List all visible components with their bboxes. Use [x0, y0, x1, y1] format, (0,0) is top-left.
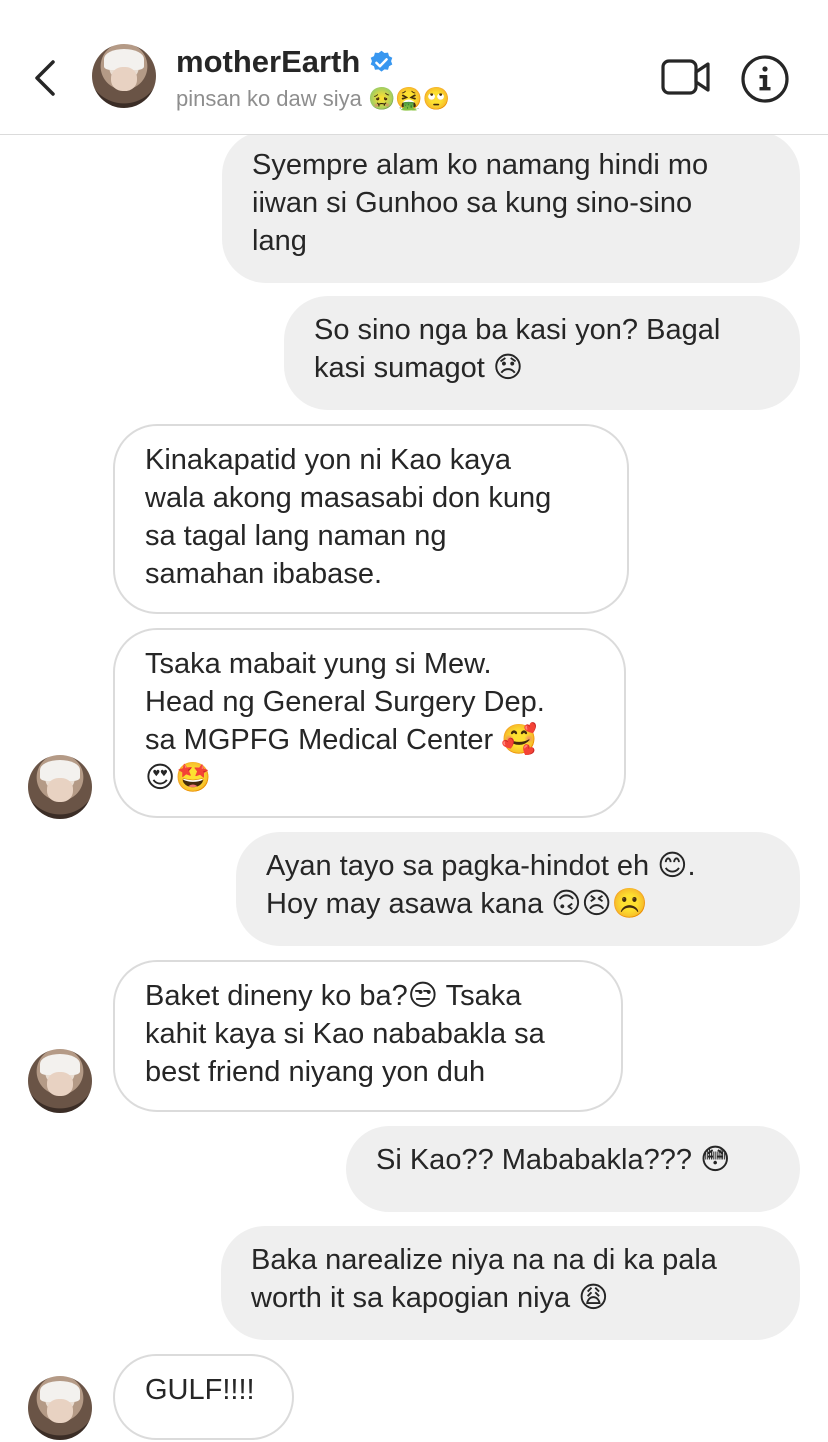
- message-bubble-received[interactable]: Kinakapatid yon ni Kao kaya wala akong m…: [113, 424, 629, 614]
- message-bubble-sent[interactable]: So sino nga ba kasi yon? Bagal kasi suma…: [284, 296, 800, 410]
- contact-avatar-small[interactable]: [28, 1376, 92, 1440]
- message-bubble-sent[interactable]: Syempre alam ko namang hindi mo iiwan si…: [222, 131, 800, 283]
- message-bubble-received[interactable]: Tsaka mabait yung si Mew. Head ng Genera…: [113, 628, 626, 818]
- verified-badge-icon: [371, 50, 393, 72]
- chat-header: motherEarth pinsan ko daw siya 🤢🤮🙄: [0, 0, 828, 135]
- message-bubble-received[interactable]: Baket dineny ko ba?😒 Tsaka kahit kaya si…: [113, 960, 623, 1112]
- message-bubble-sent[interactable]: Ayan tayo sa pagka-hindot eh 😊. Hoy may …: [236, 832, 800, 946]
- message-bubble-sent[interactable]: Si Kao?? Mababakla??? 😳: [346, 1126, 800, 1212]
- contact-subtitle: pinsan ko daw siya 🤢🤮🙄: [176, 86, 451, 111]
- info-icon[interactable]: [740, 54, 790, 104]
- contact-avatar[interactable]: [92, 44, 156, 108]
- video-call-icon[interactable]: [660, 56, 712, 98]
- contact-avatar-small[interactable]: [28, 1049, 92, 1113]
- back-chevron-icon[interactable]: [26, 54, 66, 102]
- message-bubble-sent[interactable]: Baka narealize niya na na di ka pala wor…: [221, 1226, 800, 1340]
- contact-avatar-small[interactable]: [28, 755, 92, 819]
- contact-title-row[interactable]: motherEarth: [176, 44, 395, 80]
- contact-username[interactable]: motherEarth: [176, 44, 360, 80]
- message-bubble-received[interactable]: GULF!!!!: [113, 1354, 294, 1440]
